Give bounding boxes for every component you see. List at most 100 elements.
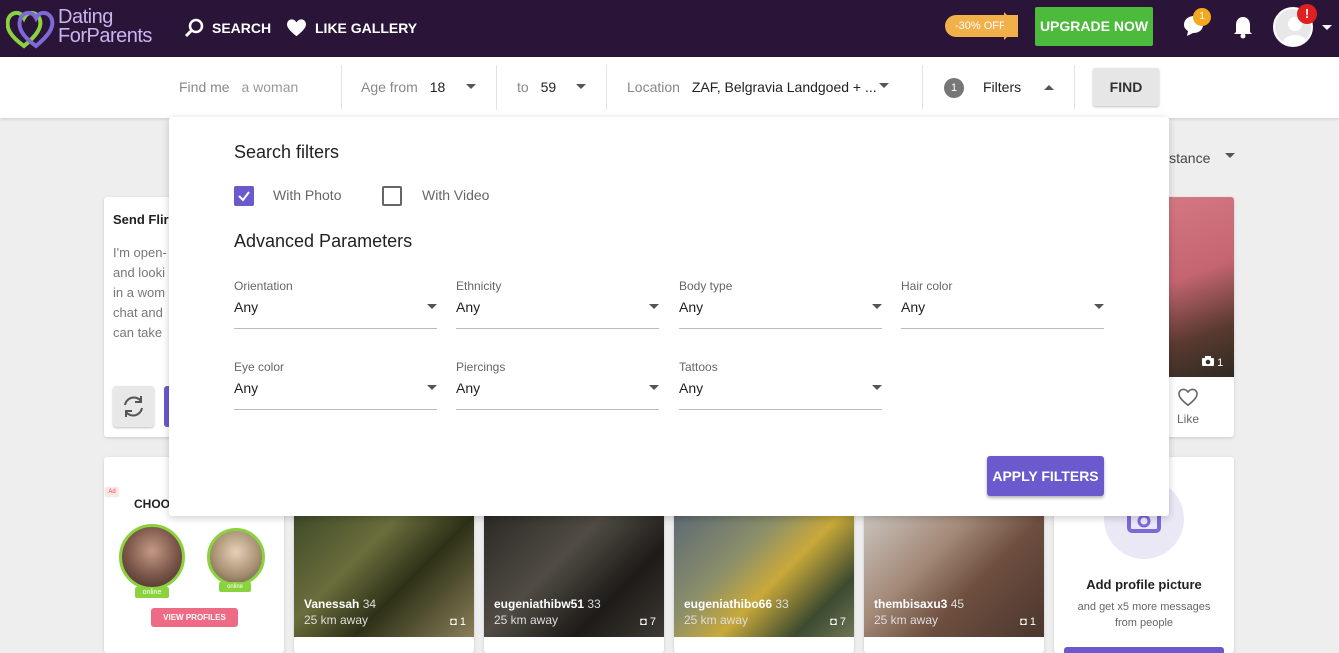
ethnicity-select[interactable]: Ethnicity Any xyxy=(456,279,659,329)
online-badge: online xyxy=(219,582,251,592)
view-profiles-button[interactable]: VIEW PROFILES xyxy=(151,608,238,627)
orientation-select[interactable]: Orientation Any xyxy=(234,279,437,329)
profile-photo[interactable]: Vanessah 34 25 km away ◘ 1 xyxy=(294,515,474,637)
logo-hearts-icon[interactable] xyxy=(5,8,56,55)
photo-count: 1 xyxy=(1202,356,1223,369)
ethnicity-label: Ethnicity xyxy=(456,279,502,293)
add-picture-subtitle: and get x5 more messages from people xyxy=(1054,599,1234,631)
profile-photo[interactable]: eugeniathibo66 33 25 km away ◘ 7 xyxy=(674,515,854,637)
profile-card[interactable]: eugeniathibo66 33 25 km away ◘ 7 xyxy=(674,505,854,653)
photo-count: ◘ 1 xyxy=(450,616,466,628)
subtitle-line: from people xyxy=(1114,617,1174,629)
upload-photo-button[interactable] xyxy=(1064,647,1224,653)
nav-like-gallery-label: LIKE GALLERY xyxy=(315,19,418,36)
piercings-value: Any xyxy=(456,380,481,396)
divider xyxy=(496,65,497,110)
hair-color-label: Hair color xyxy=(901,279,953,293)
age-from-label: Age from xyxy=(361,79,418,95)
divider xyxy=(606,65,607,110)
tattoos-select[interactable]: Tattoos Any xyxy=(679,360,882,410)
eye-color-label: Eye color xyxy=(234,360,285,374)
add-picture-title: Add profile picture xyxy=(1086,577,1202,592)
body-type-label: Body type xyxy=(679,279,733,293)
profile-photo[interactable]: thembisaxu3 45 25 km away ◘ 1 xyxy=(864,515,1044,637)
chevron-down-icon xyxy=(872,304,882,309)
sort-by-label[interactable]: istance xyxy=(1166,150,1210,166)
sort-chevron-icon[interactable] xyxy=(1225,153,1235,158)
eye-color-value: Any xyxy=(234,380,259,396)
apply-filters-button[interactable]: APPLY FILTERS xyxy=(987,456,1104,496)
ad-title: CHOO xyxy=(134,497,170,511)
top-navigation-bar: Dating ForParents SEARCH LIKE GALLERY -3… xyxy=(0,0,1339,57)
with-photo-checkbox[interactable] xyxy=(234,186,254,206)
find-me-select[interactable]: Find me a woman xyxy=(179,79,298,95)
profile-card[interactable]: thembisaxu3 45 25 km away ◘ 1 xyxy=(864,505,1044,653)
advanced-parameters-title: Advanced Parameters xyxy=(234,231,413,251)
age-to-select[interactable]: to 59 xyxy=(517,79,556,95)
refresh-button[interactable] xyxy=(113,386,154,427)
search-bar: Find me a woman Age from 18 to 59 Locati… xyxy=(0,57,1339,118)
profile-distance: 25 km away xyxy=(304,613,369,627)
divider xyxy=(1074,65,1075,110)
logo-text[interactable]: Dating ForParents xyxy=(58,7,152,46)
profile-card[interactable]: Vanessah 34 25 km away ◘ 1 xyxy=(294,505,474,653)
location-label: Location xyxy=(627,79,680,95)
camera-icon xyxy=(1202,356,1214,366)
photo-count: ◘ 7 xyxy=(830,616,846,628)
location-value: ZAF, Belgravia Landgoed + ... xyxy=(691,79,877,95)
with-video-label[interactable]: With Video xyxy=(422,187,489,203)
find-me-label: Find me xyxy=(179,79,230,95)
like-heart-icon[interactable] xyxy=(1177,387,1199,412)
search-filters-panel: Search filters With Photo With Video Adv… xyxy=(169,117,1169,516)
profile-distance: 25 km away xyxy=(684,613,749,627)
age-from-chevron-icon[interactable] xyxy=(466,84,476,89)
hair-color-select[interactable]: Hair color Any xyxy=(901,279,1104,329)
orientation-value: Any xyxy=(234,299,259,315)
notifications-bell-icon[interactable] xyxy=(1232,15,1254,44)
profile-photo[interactable]: eugeniathibw51 33 25 km away ◘ 7 xyxy=(484,515,664,637)
age-from-select[interactable]: Age from 18 xyxy=(361,79,445,95)
chevron-down-icon xyxy=(649,304,659,309)
flirt-line: and looki xyxy=(113,265,166,280)
chevron-down-icon xyxy=(1094,304,1104,309)
location-chevron-icon[interactable] xyxy=(879,83,889,88)
ethnicity-value: Any xyxy=(456,299,481,315)
body-type-select[interactable]: Body type Any xyxy=(679,279,882,329)
alert-badge: ! xyxy=(1297,4,1317,24)
heart-icon xyxy=(287,19,306,37)
profile-name: eugeniathibo66 33 xyxy=(684,597,789,611)
nav-search-label: SEARCH xyxy=(212,20,272,36)
age-from-value: 18 xyxy=(429,79,446,95)
filters-toggle[interactable]: Filters xyxy=(983,79,1021,95)
filters-chevron-up-icon[interactable] xyxy=(1044,85,1054,90)
flirt-line: I'm open- xyxy=(113,245,167,260)
find-me-value: a woman xyxy=(241,79,299,95)
upgrade-now-button[interactable]: UPGRADE NOW xyxy=(1035,7,1153,46)
ad-avatar[interactable] xyxy=(119,524,185,590)
checkmark-icon xyxy=(238,191,250,202)
orientation-label: Orientation xyxy=(234,279,293,293)
refresh-icon xyxy=(124,396,143,417)
chevron-down-icon xyxy=(427,385,437,390)
age-to-value: 59 xyxy=(540,79,557,95)
with-video-checkbox[interactable] xyxy=(382,186,402,206)
location-select[interactable]: Location ZAF, Belgravia Landgoed + ... xyxy=(627,79,877,95)
chevron-down-icon xyxy=(427,304,437,309)
piercings-label: Piercings xyxy=(456,360,506,374)
eye-color-select[interactable]: Eye color Any xyxy=(234,360,437,410)
profile-card[interactable]: eugeniathibw51 33 25 km away ◘ 7 xyxy=(484,505,664,653)
with-photo-label[interactable]: With Photo xyxy=(273,187,341,203)
account-menu-chevron-icon[interactable] xyxy=(1322,25,1332,30)
profile-name: Vanessah 34 xyxy=(304,597,377,611)
nav-like-gallery[interactable]: LIKE GALLERY xyxy=(286,18,417,37)
ad-avatar[interactable] xyxy=(207,528,265,586)
flirt-text: I'm open- and looki in a wom chat and ca… xyxy=(113,243,167,343)
like-label[interactable]: Like xyxy=(1177,412,1199,426)
piercings-select[interactable]: Piercings Any xyxy=(456,360,659,410)
profile-distance: 25 km away xyxy=(494,613,559,627)
age-to-chevron-icon[interactable] xyxy=(576,84,586,89)
age-to-label: to xyxy=(517,79,529,95)
find-button[interactable]: FIND xyxy=(1093,68,1159,106)
photo-count: ◘ 1 xyxy=(1020,616,1036,628)
nav-search[interactable]: SEARCH xyxy=(184,18,271,38)
